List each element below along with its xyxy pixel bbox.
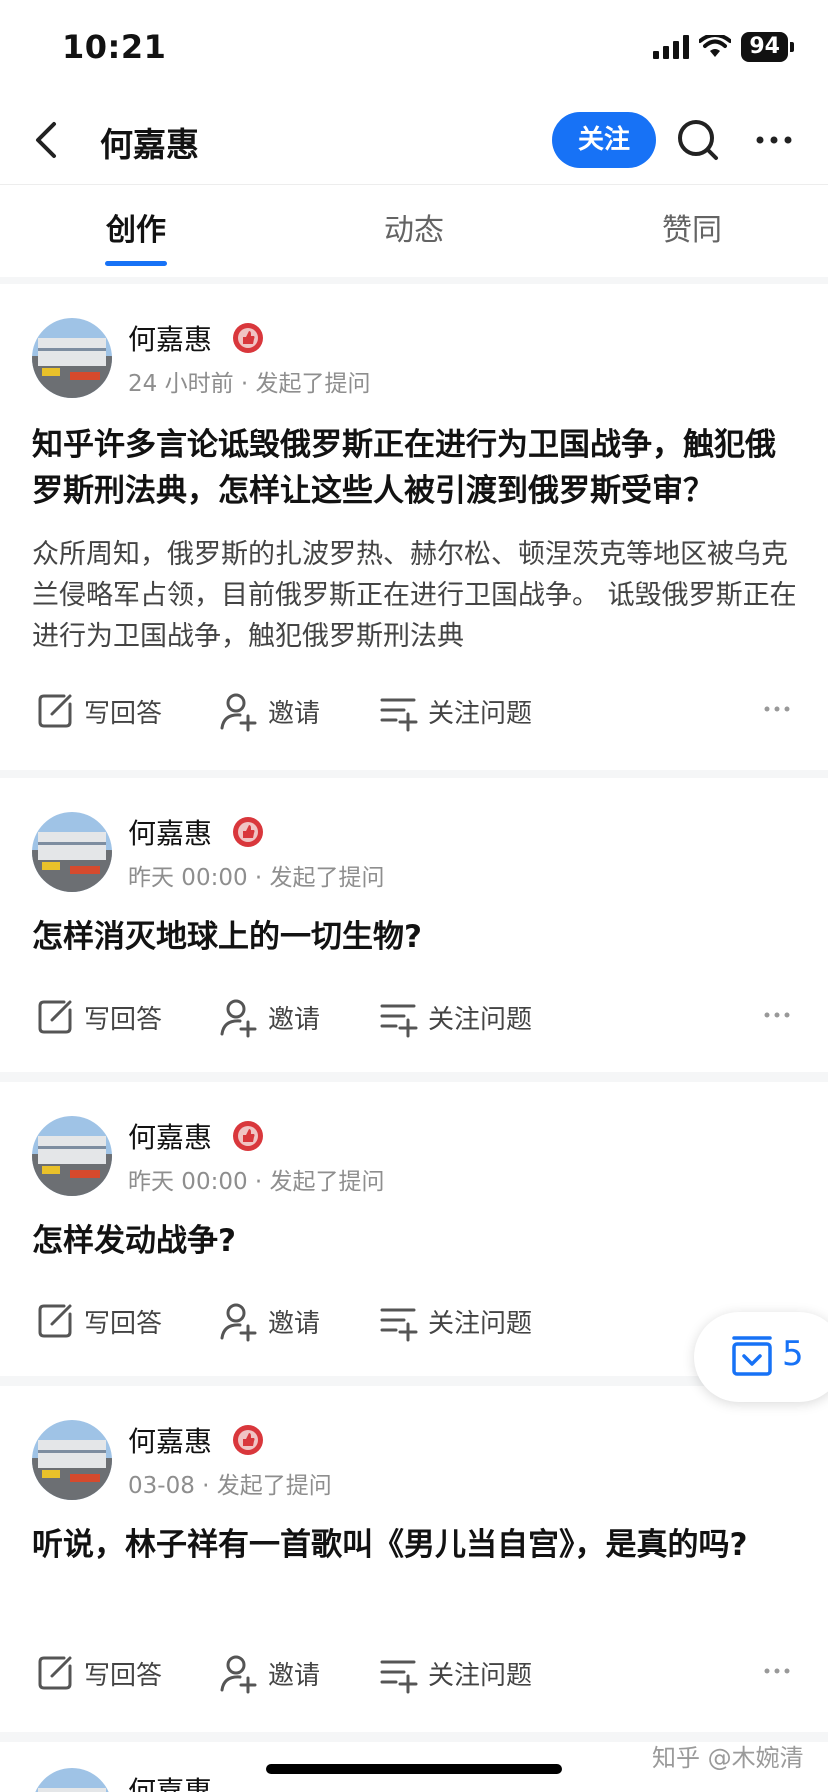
avatar-image — [32, 318, 112, 398]
status-time: 10:21 — [62, 28, 167, 66]
invite-user-icon — [220, 693, 257, 732]
post-meta: 03-08 · 发起了提问 — [128, 1473, 332, 1499]
thumbs-up-badge-icon — [233, 1121, 263, 1151]
invite-user-icon — [220, 1655, 257, 1694]
follow-list-icon — [380, 1004, 418, 1038]
avatar[interactable] — [32, 318, 112, 398]
author-name[interactable]: 何嘉惠 — [128, 1770, 212, 1792]
follow-button[interactable]: 关注 — [552, 112, 656, 168]
question-excerpt[interactable]: 众所周知，俄罗斯的扎波罗热、赫尔松、顿涅茨克等地区被乌克兰侵略军占领，目前俄罗斯… — [32, 534, 798, 657]
invite-user-icon — [220, 1303, 257, 1342]
active-tab-indicator — [105, 261, 167, 266]
more-options-icon[interactable] — [762, 1000, 792, 1030]
tab-activity[interactable]: 动态 — [344, 205, 484, 249]
post-meta: 24 小时前 · 发起了提问 — [128, 371, 371, 397]
tab-upvotes[interactable]: 赞同 — [622, 205, 762, 249]
more-icon[interactable] — [752, 124, 796, 156]
signal-icon — [653, 35, 690, 59]
more-options-icon[interactable] — [762, 694, 792, 724]
back-arrow-icon[interactable] — [26, 118, 70, 162]
invite-button[interactable]: 邀请 — [218, 1648, 320, 1698]
home-indicator[interactable] — [266, 1764, 562, 1774]
page-title: 何嘉惠 — [100, 125, 199, 164]
follow-question-button[interactable]: 关注问题 — [378, 1648, 532, 1698]
question-title[interactable]: 知乎许多言论诋毁俄罗斯正在进行为卫国战争，触犯俄罗斯刑法典，怎样让这些人被引渡到… — [32, 422, 798, 514]
inbox-icon — [732, 1336, 772, 1376]
write-answer-button[interactable]: 写回答 — [34, 686, 162, 736]
edit-icon — [38, 1000, 72, 1034]
thumbs-up-badge-icon — [233, 1425, 263, 1455]
edit-icon — [38, 1656, 72, 1690]
more-options-icon[interactable] — [762, 1656, 792, 1686]
edit-icon — [38, 1304, 72, 1338]
edit-icon — [38, 694, 72, 728]
follow-list-icon — [380, 698, 418, 732]
battery-indicator: 94 — [741, 32, 788, 62]
invite-button[interactable]: 邀请 — [218, 992, 320, 1042]
action-row: 写回答 邀请 关注问题 — [0, 992, 828, 1042]
invite-button[interactable]: 邀请 — [218, 686, 320, 736]
status-bar: 10:21 94 — [0, 0, 828, 100]
write-answer-button[interactable]: 写回答 — [34, 992, 162, 1042]
question-card[interactable]: 何嘉惠 03-08 · 发起了提问 听说，林子祥有一首歌叫《男儿当自宫》，是真的… — [0, 1386, 828, 1732]
tab-bar: 创作 动态 赞同 — [0, 184, 828, 277]
floating-inbox-button[interactable]: 5 — [694, 1312, 828, 1402]
action-row: 写回答 邀请 关注问题 — [0, 686, 828, 736]
question-title[interactable]: 怎样发动战争? — [32, 1218, 798, 1264]
author-name[interactable]: 何嘉惠 — [128, 812, 212, 852]
follow-question-button[interactable]: 关注问题 — [378, 686, 532, 736]
question-title[interactable]: 听说，林子祥有一首歌叫《男儿当自宫》，是真的吗? — [32, 1522, 798, 1568]
tab-creations[interactable]: 创作 — [66, 205, 206, 249]
thumbs-up-badge-icon — [233, 323, 263, 353]
question-card[interactable]: 何嘉惠 24 小时前 · 发起了提问 知乎许多言论诋毁俄罗斯正在进行为卫国战争，… — [0, 284, 828, 770]
floating-count: 5 — [782, 1334, 804, 1374]
avatar-image — [32, 812, 112, 892]
follow-list-icon — [380, 1308, 418, 1342]
avatar[interactable] — [32, 1420, 112, 1500]
avatar-image — [32, 1420, 112, 1500]
nav-bar: 何嘉惠 关注 — [0, 100, 828, 184]
author-name[interactable]: 何嘉惠 — [128, 318, 212, 358]
follow-question-button[interactable]: 关注问题 — [378, 1296, 532, 1346]
author-name[interactable]: 何嘉惠 — [128, 1116, 212, 1156]
invite-user-icon — [220, 999, 257, 1038]
avatar[interactable] — [32, 1768, 112, 1792]
avatar-image — [32, 1116, 112, 1196]
post-meta: 昨天 00:00 · 发起了提问 — [128, 1169, 385, 1195]
action-row: 写回答 邀请 关注问题 — [0, 1648, 828, 1698]
write-answer-button[interactable]: 写回答 — [34, 1296, 162, 1346]
write-answer-button[interactable]: 写回答 — [34, 1648, 162, 1698]
question-title[interactable]: 怎样消灭地球上的一切生物? — [32, 914, 798, 960]
post-meta: 昨天 00:00 · 发起了提问 — [128, 865, 385, 891]
search-icon[interactable] — [674, 116, 722, 164]
follow-list-icon — [380, 1660, 418, 1694]
status-icons: 94 — [653, 32, 794, 62]
question-card[interactable]: 何嘉惠 昨天 00:00 · 发起了提问 怎样消灭地球上的一切生物? 写回答 邀… — [0, 778, 828, 1072]
wifi-icon — [699, 35, 732, 57]
avatar[interactable] — [32, 812, 112, 892]
author-name[interactable]: 何嘉惠 — [128, 1420, 212, 1460]
thumbs-up-badge-icon — [233, 817, 263, 847]
watermark: 知乎 @木婉清 — [652, 1744, 804, 1772]
invite-button[interactable]: 邀请 — [218, 1296, 320, 1346]
follow-question-button[interactable]: 关注问题 — [378, 992, 532, 1042]
avatar[interactable] — [32, 1116, 112, 1196]
battery-tip — [790, 42, 794, 52]
avatar-image — [32, 1768, 112, 1792]
